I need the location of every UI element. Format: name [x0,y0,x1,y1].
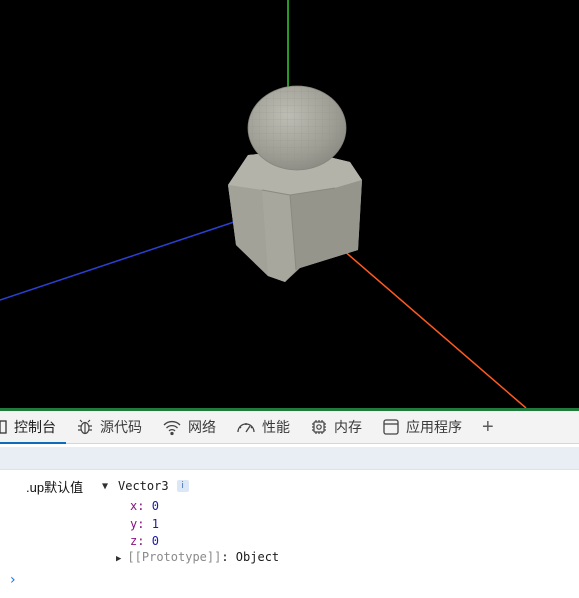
console-prompt-icon[interactable]: › [10,572,16,588]
three-viewport[interactable] [0,0,579,408]
prop-row-x: x: 0 [130,499,159,513]
tab-label: 内存 [334,419,362,435]
tab-console[interactable]: 控制台 [0,411,66,444]
scene-canvas [0,0,527,408]
prop-row-z: z: 0 [130,534,159,548]
console-output: .up默认值 ▼ Vector3 i x: 0 y: 1 z: 0 ▶ [[Pro… [0,470,579,598]
object-type: Vector3 [118,479,169,493]
tab-label: 性能 [262,419,290,435]
prop-row-y: y: 1 [130,517,159,531]
wifi-icon [162,418,182,436]
gauge-icon [236,418,256,436]
tab-network[interactable]: 网络 [152,411,226,443]
prop-value: 0 [151,499,159,513]
devtools-tab-bar: 控制台 源代码 网络 性能 内存 应用程序 + [0,411,579,444]
tab-label: 应用程序 [406,419,462,435]
tab-application[interactable]: 应用程序 [372,411,472,443]
sphere-mesh [247,85,347,171]
bug-icon [76,418,94,436]
tab-label: 源代码 [100,419,142,435]
tab-sources[interactable]: 源代码 [66,411,152,443]
x-axis-line [327,236,527,408]
tab-performance[interactable]: 性能 [226,411,300,443]
prototype-key: [[Prototype]] [127,550,222,564]
tab-label: 控制台 [14,419,56,435]
prop-value: 0 [151,534,159,548]
prototype-value: Object [235,550,280,564]
prototype-row[interactable]: ▶ [[Prototype]]: Object [116,550,279,564]
expand-triangle-icon[interactable]: ▼ [102,481,114,492]
console-icon [0,418,8,436]
tab-memory[interactable]: 内存 [300,411,372,443]
chip-icon [310,418,328,436]
console-toolbar [0,447,579,470]
vector3-object[interactable]: ▼ Vector3 i [102,479,189,493]
log-message-label: .up默认值 [26,480,84,495]
add-tab-button[interactable]: + [472,411,504,443]
collapse-triangle-icon[interactable]: ▶ [116,554,121,564]
info-icon[interactable]: i [176,480,189,492]
app-window-icon [382,418,400,436]
prop-value: 1 [151,517,159,531]
z-axis-line [0,219,241,301]
tab-label: 网络 [188,419,216,435]
